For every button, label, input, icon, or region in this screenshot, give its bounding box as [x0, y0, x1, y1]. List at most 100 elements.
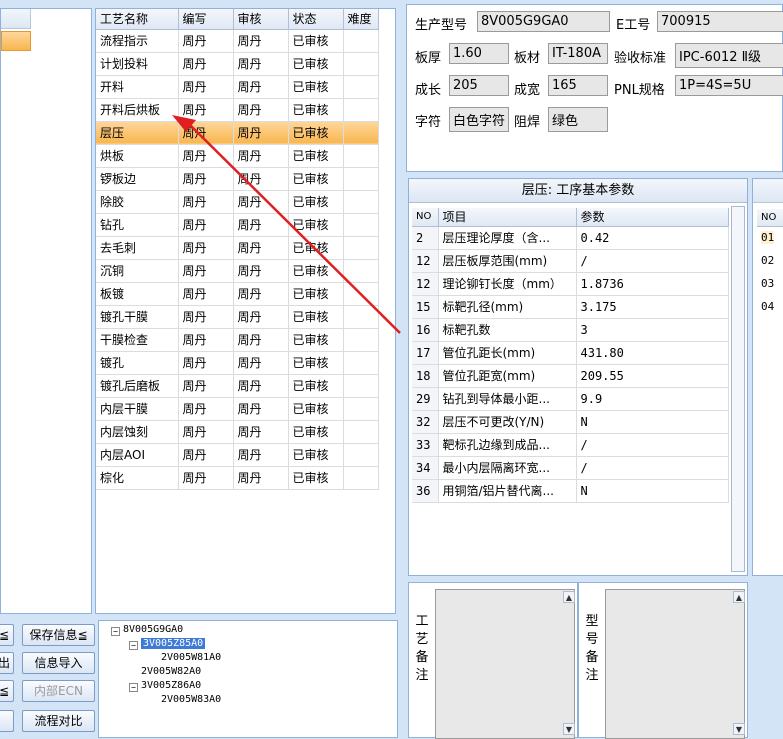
cell-status[interactable]: 已审核	[288, 374, 344, 398]
internal-ecn-button[interactable]: 内部ECN	[22, 680, 95, 702]
table-row[interactable]: 29 钻孔到导体最小距... 9.9	[412, 387, 729, 411]
cell-status[interactable]: 已审核	[288, 98, 344, 122]
table-row[interactable]: 流程指示 周丹 周丹 已审核	[96, 29, 379, 53]
left-button-1[interactable]: ≦	[0, 624, 14, 646]
table-row[interactable]: 12 层压板厚范围(mm) /	[412, 249, 729, 273]
table-row[interactable]: 烘板 周丹 周丹 已审核	[96, 144, 379, 168]
model-notes-textarea[interactable]	[605, 589, 745, 739]
param-item[interactable]: 用铜箔/铝片替代离...	[438, 479, 577, 503]
param-no[interactable]: 18	[412, 364, 439, 388]
param-no[interactable]: 12	[412, 249, 439, 273]
table-row[interactable]: 板镀 周丹 周丹 已审核	[96, 282, 379, 306]
params-scrollbar[interactable]	[731, 206, 745, 572]
cell-status[interactable]: 已审核	[288, 305, 344, 329]
cell-author[interactable]: 周丹	[178, 52, 234, 76]
tree-node-selected[interactable]: 3V005Z85A0	[141, 638, 206, 649]
param-value[interactable]: 3	[576, 318, 729, 342]
table-row[interactable]: 沉铜 周丹 周丹 已审核	[96, 259, 379, 283]
tree-collapse-icon[interactable]: −	[111, 627, 120, 636]
cell-difficulty[interactable]	[343, 144, 379, 168]
cell-difficulty[interactable]	[343, 397, 379, 421]
cell-difficulty[interactable]	[343, 305, 379, 329]
cell-process-name[interactable]: 钻孔	[96, 213, 179, 237]
cell-reviewer[interactable]: 周丹	[233, 144, 289, 168]
cell-author[interactable]: 周丹	[178, 75, 234, 99]
param-no[interactable]: 29	[412, 387, 439, 411]
tree-node[interactable]: 2V005W82A0	[141, 666, 201, 677]
material-field[interactable]: IT-180A	[548, 43, 608, 64]
cell-status[interactable]: 已审核	[288, 121, 344, 145]
param-item[interactable]: 层压不可更改(Y/N)	[438, 410, 577, 434]
param-no[interactable]: 15	[412, 295, 439, 319]
cell-status[interactable]: 已审核	[288, 420, 344, 444]
table-row[interactable]: 锣板边 周丹 周丹 已审核	[96, 167, 379, 191]
right-partial-row[interactable]: 04	[761, 300, 774, 313]
table-row[interactable]: 15 标靶孔径(mm) 3.175	[412, 295, 729, 319]
cell-difficulty[interactable]	[343, 351, 379, 375]
table-row[interactable]: 开料后烘板 周丹 周丹 已审核	[96, 98, 379, 122]
tree-collapse-icon[interactable]: −	[129, 641, 138, 650]
cell-process-name[interactable]: 去毛刺	[96, 236, 179, 260]
info-import-button[interactable]: 信息导入	[22, 652, 95, 674]
table-row[interactable]: 层压 周丹 周丹 已审核	[96, 121, 379, 145]
table-row[interactable]: 计划投料 周丹 周丹 已审核	[96, 52, 379, 76]
length-field[interactable]: 205	[449, 75, 509, 96]
process-notes-textarea[interactable]	[435, 589, 575, 739]
cell-difficulty[interactable]	[343, 420, 379, 444]
table-row[interactable]: 除胶 周丹 周丹 已审核	[96, 190, 379, 214]
scroll-down-icon[interactable]: ▼	[733, 723, 745, 735]
params-col-value[interactable]: 参数	[576, 208, 729, 227]
cell-status[interactable]: 已审核	[288, 443, 344, 467]
table-row[interactable]: 2 层压理论厚度（含... 0.42	[412, 226, 729, 250]
cell-status[interactable]: 已审核	[288, 29, 344, 53]
cell-author[interactable]: 周丹	[178, 121, 234, 145]
cell-reviewer[interactable]: 周丹	[233, 305, 289, 329]
char-field[interactable]: 白色字符	[449, 107, 509, 132]
tree-node[interactable]: 3V005Z86A0	[141, 680, 201, 691]
params-col-no[interactable]: NO	[412, 208, 439, 227]
cell-process-name[interactable]: 计划投料	[96, 52, 179, 76]
cell-process-name[interactable]: 镀孔	[96, 351, 179, 375]
cell-author[interactable]: 周丹	[178, 420, 234, 444]
cell-status[interactable]: 已审核	[288, 397, 344, 421]
table-row[interactable]: 16 标靶孔数 3	[412, 318, 729, 342]
cell-author[interactable]: 周丹	[178, 259, 234, 283]
cell-process-name[interactable]: 开料后烘板	[96, 98, 179, 122]
param-item[interactable]: 钻孔到导体最小距...	[438, 387, 577, 411]
cell-difficulty[interactable]	[343, 443, 379, 467]
cell-process-name[interactable]: 沉铜	[96, 259, 179, 283]
param-value[interactable]: 3.175	[576, 295, 729, 319]
table-row[interactable]: 12 理论铆钉长度（mm） 1.8736	[412, 272, 729, 296]
cell-difficulty[interactable]	[343, 466, 379, 490]
param-no[interactable]: 34	[412, 456, 439, 480]
param-value[interactable]: /	[576, 456, 729, 480]
cell-author[interactable]: 周丹	[178, 190, 234, 214]
save-info-button[interactable]: 保存信息≦	[22, 624, 95, 646]
scroll-up-icon[interactable]: ▲	[733, 591, 745, 603]
cell-reviewer[interactable]: 周丹	[233, 282, 289, 306]
params-col-item[interactable]: 项目	[438, 208, 577, 227]
tree-node[interactable]: 2V005W81A0	[161, 652, 221, 663]
left-button-4[interactable]	[0, 710, 14, 732]
flow-compare-button[interactable]: 流程对比	[22, 710, 95, 732]
table-row[interactable]: 内层AOI 周丹 周丹 已审核	[96, 443, 379, 467]
model-field[interactable]: 8V005G9GA0	[477, 11, 610, 32]
cell-difficulty[interactable]	[343, 167, 379, 191]
col-header-author[interactable]: 编写	[178, 9, 234, 30]
cell-reviewer[interactable]: 周丹	[233, 351, 289, 375]
param-value[interactable]: 9.9	[576, 387, 729, 411]
param-no[interactable]: 36	[412, 479, 439, 503]
cell-status[interactable]: 已审核	[288, 167, 344, 191]
cell-process-name[interactable]: 锣板边	[96, 167, 179, 191]
cell-author[interactable]: 周丹	[178, 305, 234, 329]
right-partial-row[interactable]: 01	[761, 231, 775, 244]
right-partial-row[interactable]: 02	[761, 254, 774, 267]
cell-reviewer[interactable]: 周丹	[233, 98, 289, 122]
cell-author[interactable]: 周丹	[178, 98, 234, 122]
cell-process-name[interactable]: 棕化	[96, 466, 179, 490]
cell-status[interactable]: 已审核	[288, 236, 344, 260]
param-item[interactable]: 层压板厚范围(mm)	[438, 249, 577, 273]
cell-status[interactable]: 已审核	[288, 466, 344, 490]
standard-field[interactable]: IPC-6012 Ⅱ级	[675, 43, 783, 68]
cell-author[interactable]: 周丹	[178, 443, 234, 467]
